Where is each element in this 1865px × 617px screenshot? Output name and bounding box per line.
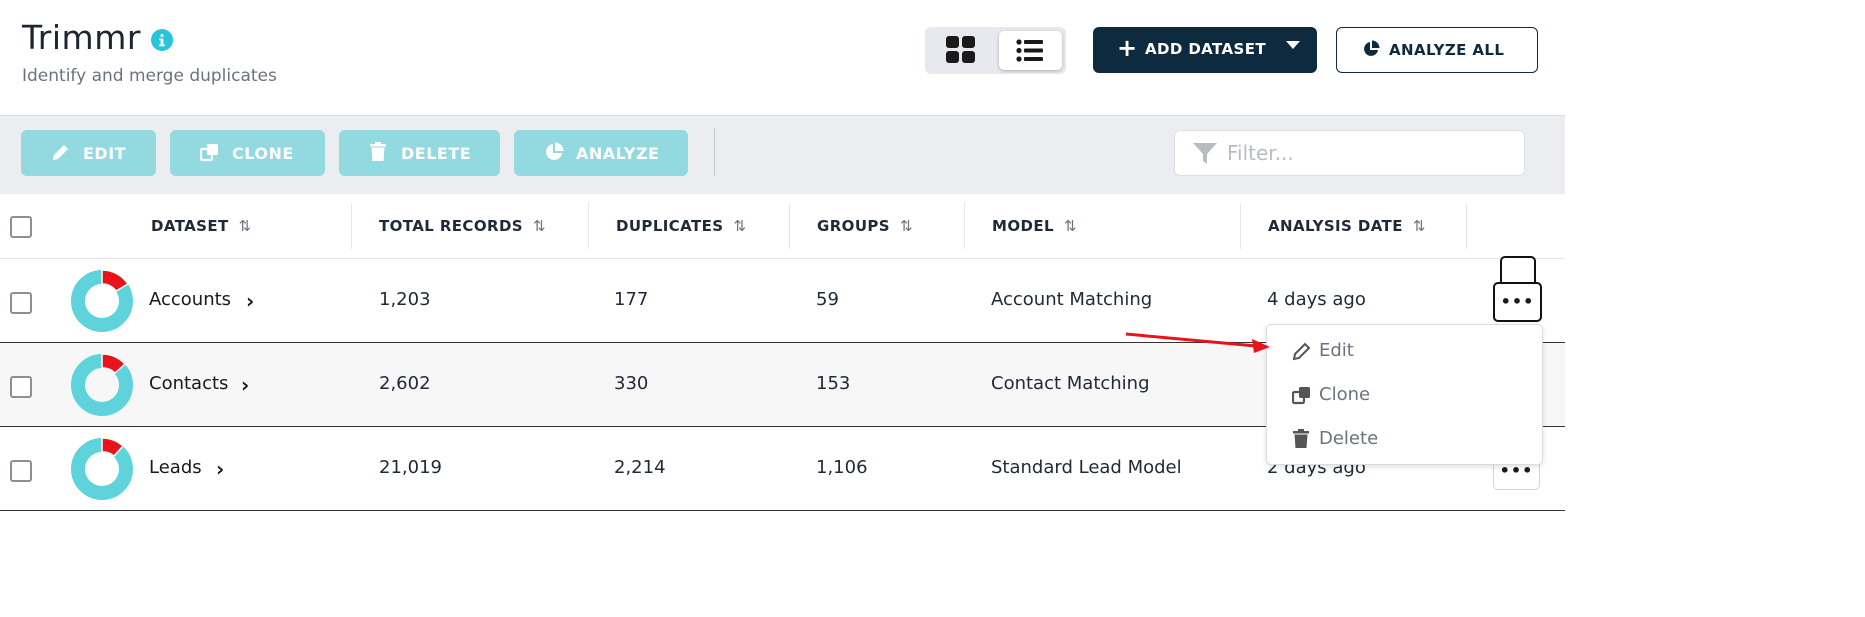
menu-item-label: Delete (1319, 428, 1379, 449)
dataset-name[interactable]: Accounts (149, 289, 231, 310)
column-label: TOTAL RECORDS (379, 217, 524, 235)
sort-icon[interactable]: ⇅ (734, 217, 747, 235)
column-header-dataset[interactable]: DATASET ⇅ (151, 217, 252, 235)
groups-cell: 59 (816, 289, 839, 310)
duplicates-donut-chart (71, 353, 133, 416)
info-icon[interactable] (151, 29, 173, 51)
duplicates-donut-chart (71, 269, 133, 332)
column-divider (789, 203, 790, 249)
model-cell: Standard Lead Model (991, 457, 1182, 478)
total-records-cell: 2,602 (379, 373, 431, 394)
clone-button[interactable]: CLONE (170, 130, 325, 176)
trash-icon (1293, 429, 1309, 448)
dataset-name[interactable]: Leads (149, 457, 202, 478)
plus-icon: + (1117, 34, 1138, 62)
pie-chart-icon (1364, 40, 1380, 56)
column-divider (351, 203, 352, 249)
delete-label: DELETE (401, 144, 472, 163)
pie-chart-icon (546, 142, 564, 160)
column-header-duplicates[interactable]: DUPLICATES ⇅ (616, 217, 746, 235)
analyze-all-label: ANALYZE ALL (1389, 41, 1505, 59)
view-toggle (925, 27, 1066, 74)
row-checkbox[interactable] (10, 292, 32, 314)
column-divider (588, 203, 589, 249)
filter-icon (1193, 143, 1217, 164)
row-actions-menu: Edit Clone Delete (1266, 324, 1543, 465)
column-header-total-records[interactable]: TOTAL RECORDS ⇅ (379, 217, 546, 235)
column-divider (964, 203, 965, 249)
clone-icon (200, 144, 218, 162)
chevron-down-icon[interactable] (1286, 41, 1300, 49)
column-label: DUPLICATES (616, 217, 724, 235)
sort-icon[interactable]: ⇅ (533, 217, 546, 235)
sort-icon[interactable]: ⇅ (900, 217, 913, 235)
add-dataset-button[interactable]: + ADD DATASET (1093, 27, 1317, 73)
blank-area (1565, 0, 1865, 617)
list-view-button[interactable] (999, 31, 1062, 70)
more-actions-button[interactable]: ••• (1493, 282, 1542, 322)
action-toolbar: EDIT CLONE DELETE ANALYZE (0, 115, 1568, 196)
column-label: GROUPS (817, 217, 890, 235)
column-header-model[interactable]: MODEL ⇅ (992, 217, 1077, 235)
pencil-icon (53, 145, 68, 160)
model-cell: Contact Matching (991, 373, 1150, 394)
duplicates-donut-chart (71, 437, 133, 500)
total-records-cell: 21,019 (379, 457, 442, 478)
menu-item-label: Clone (1319, 384, 1371, 405)
column-divider (1240, 203, 1241, 249)
analyze-all-button[interactable]: ANALYZE ALL (1336, 27, 1538, 73)
delete-button[interactable]: DELETE (339, 130, 500, 176)
dataset-name[interactable]: Contacts (149, 373, 228, 394)
duplicates-cell: 177 (614, 289, 649, 310)
list-icon (1016, 39, 1043, 62)
model-cell: Account Matching (991, 289, 1153, 310)
annotation-arrow (1125, 332, 1270, 353)
sort-icon[interactable]: ⇅ (1064, 217, 1077, 235)
clone-icon (1292, 387, 1310, 405)
filter-input[interactable] (1225, 137, 1509, 169)
trash-icon (370, 142, 386, 161)
ellipsis-icon: ••• (1500, 292, 1535, 311)
sort-icon[interactable]: ⇅ (239, 217, 252, 235)
column-header-groups[interactable]: GROUPS ⇅ (817, 217, 913, 235)
grid-icon (946, 36, 975, 63)
add-dataset-label: ADD DATASET (1145, 40, 1266, 58)
chevron-right-icon[interactable]: › (246, 289, 254, 313)
analysis-date-cell: 4 days ago (1267, 289, 1366, 310)
grid-view-button[interactable] (933, 33, 989, 68)
table-header: DATASET ⇅ TOTAL RECORDS ⇅ DUPLICATES ⇅ GROU… (0, 194, 1568, 259)
select-all-checkbox[interactable] (10, 216, 32, 238)
groups-cell: 1,106 (816, 457, 868, 478)
column-label: DATASET (151, 217, 229, 235)
page-title: Trimmr (22, 18, 141, 57)
sort-icon[interactable]: ⇅ (1413, 217, 1426, 235)
column-label: MODEL (992, 217, 1054, 235)
page-subtitle: Identify and merge duplicates (22, 66, 277, 86)
menu-item-label: Edit (1319, 340, 1354, 361)
total-records-cell: 1,203 (379, 289, 431, 310)
toolbar-divider (714, 128, 715, 176)
chevron-right-icon[interactable]: › (241, 373, 249, 397)
edit-button[interactable]: EDIT (21, 130, 156, 176)
column-header-analysis-date[interactable]: ANALYSIS DATE ⇅ (1268, 217, 1426, 235)
analyze-label: ANALYZE (576, 144, 660, 163)
groups-cell: 153 (816, 373, 851, 394)
filter-field[interactable] (1174, 130, 1525, 176)
edit-label: EDIT (83, 144, 127, 163)
duplicates-cell: 2,214 (614, 457, 666, 478)
column-label: ANALYSIS DATE (1268, 217, 1403, 235)
trimmr-page: Trimmr Identify and merge duplicates + A… (0, 0, 1568, 617)
duplicates-cell: 330 (614, 373, 649, 394)
chevron-right-icon[interactable]: › (216, 457, 224, 481)
column-divider (1466, 203, 1467, 249)
row-checkbox[interactable] (10, 460, 32, 482)
row-checkbox[interactable] (10, 376, 32, 398)
clone-label: CLONE (232, 144, 294, 163)
analyze-button[interactable]: ANALYZE (514, 130, 688, 176)
pencil-icon (1292, 342, 1311, 361)
